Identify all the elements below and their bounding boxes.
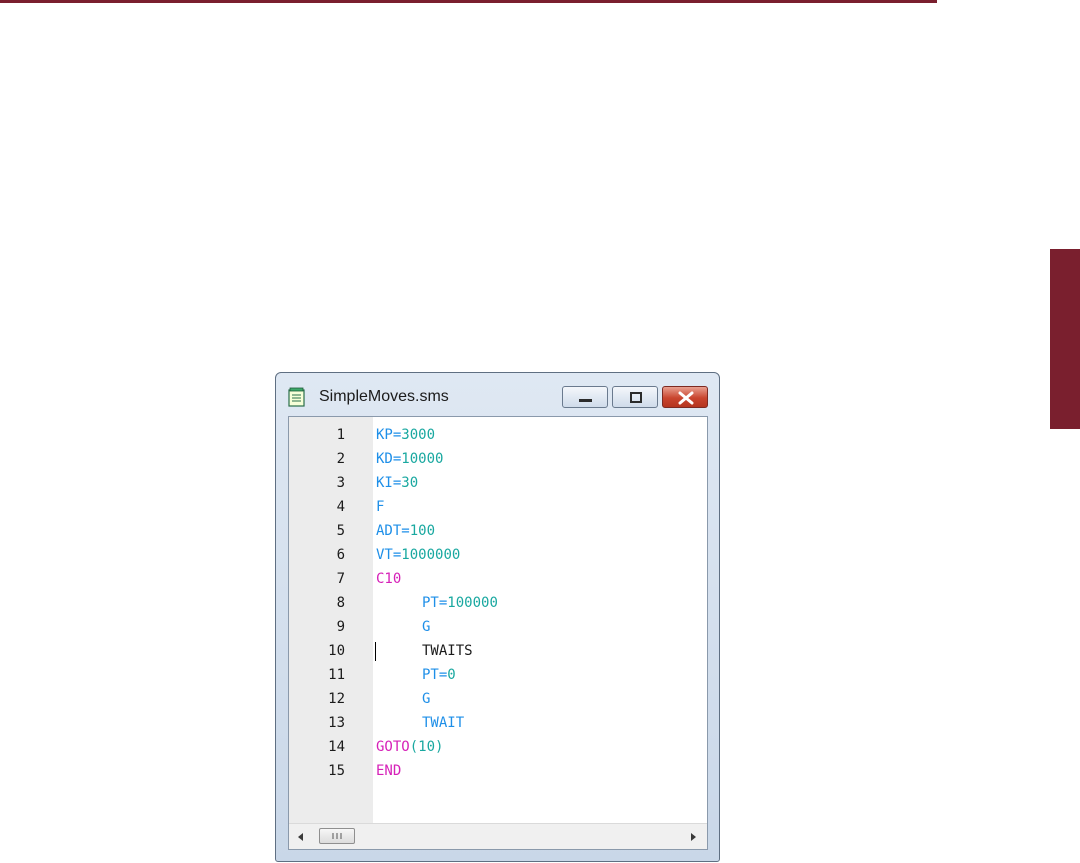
- line-number: 3: [336, 475, 345, 491]
- code-token: (10): [409, 739, 444, 755]
- code-token: F: [376, 499, 385, 515]
- minimize-button[interactable]: [562, 386, 608, 408]
- code-text: KI=30: [376, 471, 418, 495]
- code-token: VT: [376, 547, 393, 563]
- line-number: 2: [336, 451, 345, 467]
- code-text: ADT=100: [376, 519, 435, 543]
- close-button[interactable]: [662, 386, 708, 408]
- scroll-right-arrow-icon[interactable]: [687, 830, 699, 842]
- code-text: END: [376, 759, 401, 783]
- code-text: G: [422, 615, 430, 639]
- code-token: 1000000: [401, 547, 461, 563]
- title-bar[interactable]: SimpleMoves.sms: [276, 373, 719, 415]
- code-token: KP: [376, 427, 393, 443]
- scroll-left-arrow-icon[interactable]: [295, 830, 307, 842]
- code-text: VT=1000000: [376, 543, 460, 567]
- code-token: =: [401, 523, 410, 539]
- code-text: PT=100000: [422, 591, 498, 615]
- code-token: PT: [422, 667, 439, 683]
- code-token: KI: [376, 475, 393, 491]
- code-line[interactable]: 15 END: [289, 759, 707, 783]
- code-text: TWAITS: [422, 639, 473, 663]
- code-line[interactable]: 12 G: [289, 687, 707, 711]
- text-caret: [375, 642, 376, 661]
- code-text: KD=10000: [376, 447, 443, 471]
- code-token: 0: [447, 667, 456, 683]
- code-token: G: [422, 691, 431, 707]
- code-text: TWAIT: [422, 711, 464, 735]
- line-number: 12: [328, 691, 345, 707]
- grip-icon: [332, 833, 342, 839]
- side-tab: [1050, 249, 1080, 429]
- code-text: KP=3000: [376, 423, 435, 447]
- editor-window: SimpleMoves.sms 1 KP=3000 2 KD=10000 3 KI=30 4…: [275, 372, 720, 862]
- window-title: SimpleMoves.sms: [319, 388, 449, 405]
- maximize-button[interactable]: [612, 386, 658, 408]
- line-number: 14: [328, 739, 345, 755]
- code-line[interactable]: 6 VT=1000000: [289, 543, 707, 567]
- code-line[interactable]: 10 TWAITS: [289, 639, 707, 663]
- code-line[interactable]: 5 ADT=100: [289, 519, 707, 543]
- line-number: 11: [328, 667, 345, 683]
- code-text: C10: [376, 567, 401, 591]
- code-line[interactable]: 14 GOTO(10): [289, 735, 707, 759]
- code-line[interactable]: 3 KI=30: [289, 471, 707, 495]
- code-line[interactable]: 11 PT=0: [289, 663, 707, 687]
- code-text: PT=0: [422, 663, 456, 687]
- code-token: 3000: [401, 427, 436, 443]
- code-token: C10: [376, 571, 402, 587]
- code-line[interactable]: 7 C10: [289, 567, 707, 591]
- line-number: 15: [328, 763, 345, 779]
- notepad-icon: [288, 387, 305, 407]
- code-line[interactable]: 8 PT=100000: [289, 591, 707, 615]
- line-number: 6: [336, 547, 345, 563]
- code-line[interactable]: 9G: [289, 615, 707, 639]
- maximize-icon: [630, 392, 642, 403]
- minimize-icon: [579, 399, 592, 402]
- code-token: 100: [409, 523, 436, 539]
- code-token: ADT: [376, 523, 402, 539]
- horizontal-scrollbar[interactable]: [289, 823, 707, 849]
- line-number: 9: [336, 619, 345, 635]
- line-number: 8: [336, 595, 345, 611]
- code-text: GOTO(10): [376, 735, 443, 759]
- code-text: F: [376, 495, 384, 519]
- code-token: TWAITS: [422, 643, 473, 659]
- code-token: TWAIT: [422, 715, 465, 731]
- code-editor[interactable]: 1 KP=3000 2 KD=10000 3 KI=30 4 F 5 ADT=100 6 VT=100…: [288, 416, 708, 850]
- code-text: G: [422, 687, 430, 711]
- code-token: END: [376, 763, 402, 779]
- code-token: G: [422, 619, 431, 635]
- line-number: 1: [336, 427, 345, 443]
- line-number: 10: [328, 643, 345, 659]
- close-icon: [678, 391, 694, 405]
- code-token: 10000: [401, 451, 444, 467]
- code-token: GOTO: [376, 739, 410, 755]
- code-token: 30: [401, 475, 419, 491]
- code-lines: 1 KP=3000 2 KD=10000 3 KI=30 4 F 5 ADT=100 6 VT=100…: [289, 423, 707, 783]
- code-line[interactable]: 2 KD=10000: [289, 447, 707, 471]
- code-line[interactable]: 1 KP=3000: [289, 423, 707, 447]
- code-token: KD: [376, 451, 393, 467]
- code-token: PT: [422, 595, 439, 611]
- code-line[interactable]: 4F: [289, 495, 707, 519]
- scrollbar-thumb[interactable]: [319, 828, 355, 844]
- code-token: 100000: [447, 595, 498, 611]
- top-rule: [0, 0, 937, 3]
- line-number: 4: [336, 499, 345, 515]
- line-number: 5: [336, 523, 345, 539]
- line-number: 13: [328, 715, 345, 731]
- line-number: 7: [336, 571, 345, 587]
- code-line[interactable]: 13 TWAIT: [289, 711, 707, 735]
